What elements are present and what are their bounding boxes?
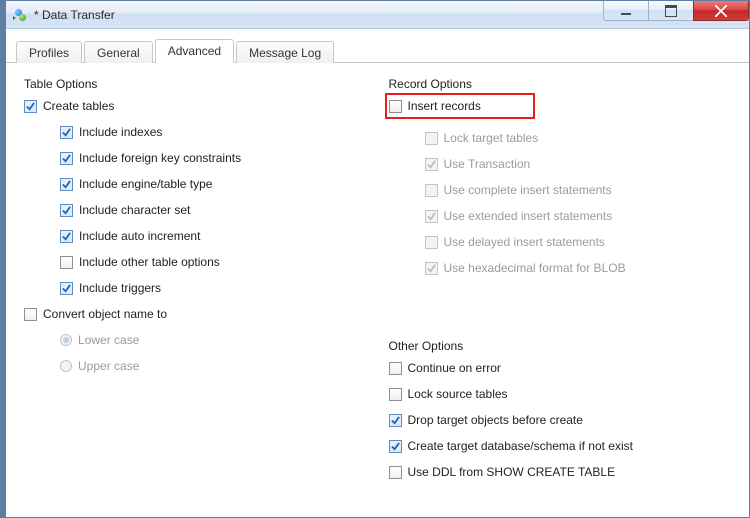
- window-title: * Data Transfer: [34, 8, 115, 22]
- checkbox-label: Use delayed insert statements: [444, 235, 605, 249]
- checkbox-label: Create tables: [43, 99, 114, 113]
- checkbox-icon: [425, 132, 438, 145]
- radio-icon: [60, 360, 72, 372]
- checkbox-label: Include indexes: [79, 125, 162, 139]
- include-other-checkbox[interactable]: Include other table options: [24, 253, 381, 271]
- table-options-title: Table Options: [24, 77, 381, 91]
- upper-case-radio: Upper case: [24, 357, 381, 375]
- create-tables-checkbox[interactable]: Create tables: [24, 97, 381, 115]
- checkbox-label: Include triggers: [79, 281, 161, 295]
- radio-icon: [60, 334, 72, 346]
- include-engine-checkbox[interactable]: Include engine/table type: [24, 175, 381, 193]
- checkbox-label: Use Transaction: [444, 157, 531, 171]
- include-fk-checkbox[interactable]: Include foreign key constraints: [24, 149, 381, 167]
- checkbox-icon: [60, 204, 73, 217]
- checkbox-icon: [389, 362, 402, 375]
- record-options-group: Record Options Insert records Lock targe…: [389, 77, 738, 277]
- use-ddl-checkbox[interactable]: Use DDL from SHOW CREATE TABLE: [389, 463, 738, 481]
- window: * Data Transfer Profiles General Advance…: [0, 0, 750, 518]
- extended-insert-checkbox: Use extended insert statements: [389, 207, 738, 225]
- include-charset-checkbox[interactable]: Include character set: [24, 201, 381, 219]
- checkbox-icon: [389, 414, 402, 427]
- include-indexes-checkbox[interactable]: Include indexes: [24, 123, 381, 141]
- checkbox-icon: [425, 262, 438, 275]
- insert-records-checkbox[interactable]: Insert records: [389, 97, 481, 115]
- checkbox-icon: [389, 440, 402, 453]
- checkbox-label: Use hexadecimal format for BLOB: [444, 261, 626, 275]
- delayed-insert-checkbox: Use delayed insert statements: [389, 233, 738, 251]
- checkbox-label: Include foreign key constraints: [79, 151, 241, 165]
- close-button[interactable]: [693, 1, 749, 21]
- checkbox-label: Convert object name to: [43, 307, 167, 321]
- checkbox-label: Create target database/schema if not exi…: [408, 439, 633, 453]
- create-db-checkbox[interactable]: Create target database/schema if not exi…: [389, 437, 738, 455]
- minimize-button[interactable]: [603, 1, 649, 21]
- drop-target-checkbox[interactable]: Drop target objects before create: [389, 411, 738, 429]
- use-transaction-checkbox: Use Transaction: [389, 155, 738, 173]
- checkbox-icon: [389, 466, 402, 479]
- titlebar: * Data Transfer: [6, 1, 749, 29]
- checkbox-icon: [60, 282, 73, 295]
- hex-blob-checkbox: Use hexadecimal format for BLOB: [389, 259, 738, 277]
- checkbox-icon: [60, 256, 73, 269]
- app-icon: [12, 7, 28, 23]
- tab-general[interactable]: General: [84, 41, 153, 63]
- checkbox-label: Include character set: [79, 203, 190, 217]
- include-autoinc-checkbox[interactable]: Include auto increment: [24, 227, 381, 245]
- lock-target-checkbox: Lock target tables: [389, 129, 738, 147]
- record-options-title: Record Options: [389, 77, 738, 91]
- maximize-button[interactable]: [648, 1, 694, 21]
- insert-records-highlight: Insert records: [385, 93, 535, 119]
- checkbox-label: Include engine/table type: [79, 177, 212, 191]
- table-options-group: Table Options Create tables Include inde…: [24, 77, 381, 503]
- continue-error-checkbox[interactable]: Continue on error: [389, 359, 738, 377]
- checkbox-label: Continue on error: [408, 361, 501, 375]
- complete-insert-checkbox: Use complete insert statements: [389, 181, 738, 199]
- window-controls: [604, 1, 749, 21]
- checkbox-icon: [425, 158, 438, 171]
- checkbox-icon: [60, 126, 73, 139]
- lock-source-checkbox[interactable]: Lock source tables: [389, 385, 738, 403]
- checkbox-icon: [60, 230, 73, 243]
- tab-content: Table Options Create tables Include inde…: [6, 63, 749, 517]
- radio-label: Upper case: [78, 359, 139, 373]
- checkbox-label: Use extended insert statements: [444, 209, 613, 223]
- tab-bar: Profiles General Advanced Message Log: [6, 29, 749, 63]
- checkbox-icon: [60, 152, 73, 165]
- tab-profiles[interactable]: Profiles: [16, 41, 82, 63]
- checkbox-icon: [425, 184, 438, 197]
- other-options-title: Other Options: [389, 339, 738, 353]
- radio-label: Lower case: [78, 333, 139, 347]
- checkbox-label: Lock target tables: [444, 131, 539, 145]
- checkbox-icon: [389, 100, 402, 113]
- checkbox-label: Include auto increment: [79, 229, 200, 243]
- checkbox-label: Use DDL from SHOW CREATE TABLE: [408, 465, 616, 479]
- include-triggers-checkbox[interactable]: Include triggers: [24, 279, 381, 297]
- checkbox-label: Use complete insert statements: [444, 183, 612, 197]
- checkbox-label: Lock source tables: [408, 387, 508, 401]
- tab-advanced[interactable]: Advanced: [155, 39, 234, 63]
- checkbox-label: Insert records: [408, 99, 481, 113]
- checkbox-icon: [425, 210, 438, 223]
- checkbox-label: Drop target objects before create: [408, 413, 583, 427]
- convert-name-checkbox[interactable]: Convert object name to: [24, 305, 381, 323]
- checkbox-label: Include other table options: [79, 255, 220, 269]
- tab-message-log[interactable]: Message Log: [236, 41, 334, 63]
- checkbox-icon: [24, 100, 37, 113]
- right-column: Record Options Insert records Lock targe…: [381, 77, 738, 503]
- lower-case-radio: Lower case: [24, 331, 381, 349]
- checkbox-icon: [24, 308, 37, 321]
- other-options-group: Other Options Continue on error Lock sou…: [389, 339, 738, 481]
- checkbox-icon: [389, 388, 402, 401]
- checkbox-icon: [60, 178, 73, 191]
- checkbox-icon: [425, 236, 438, 249]
